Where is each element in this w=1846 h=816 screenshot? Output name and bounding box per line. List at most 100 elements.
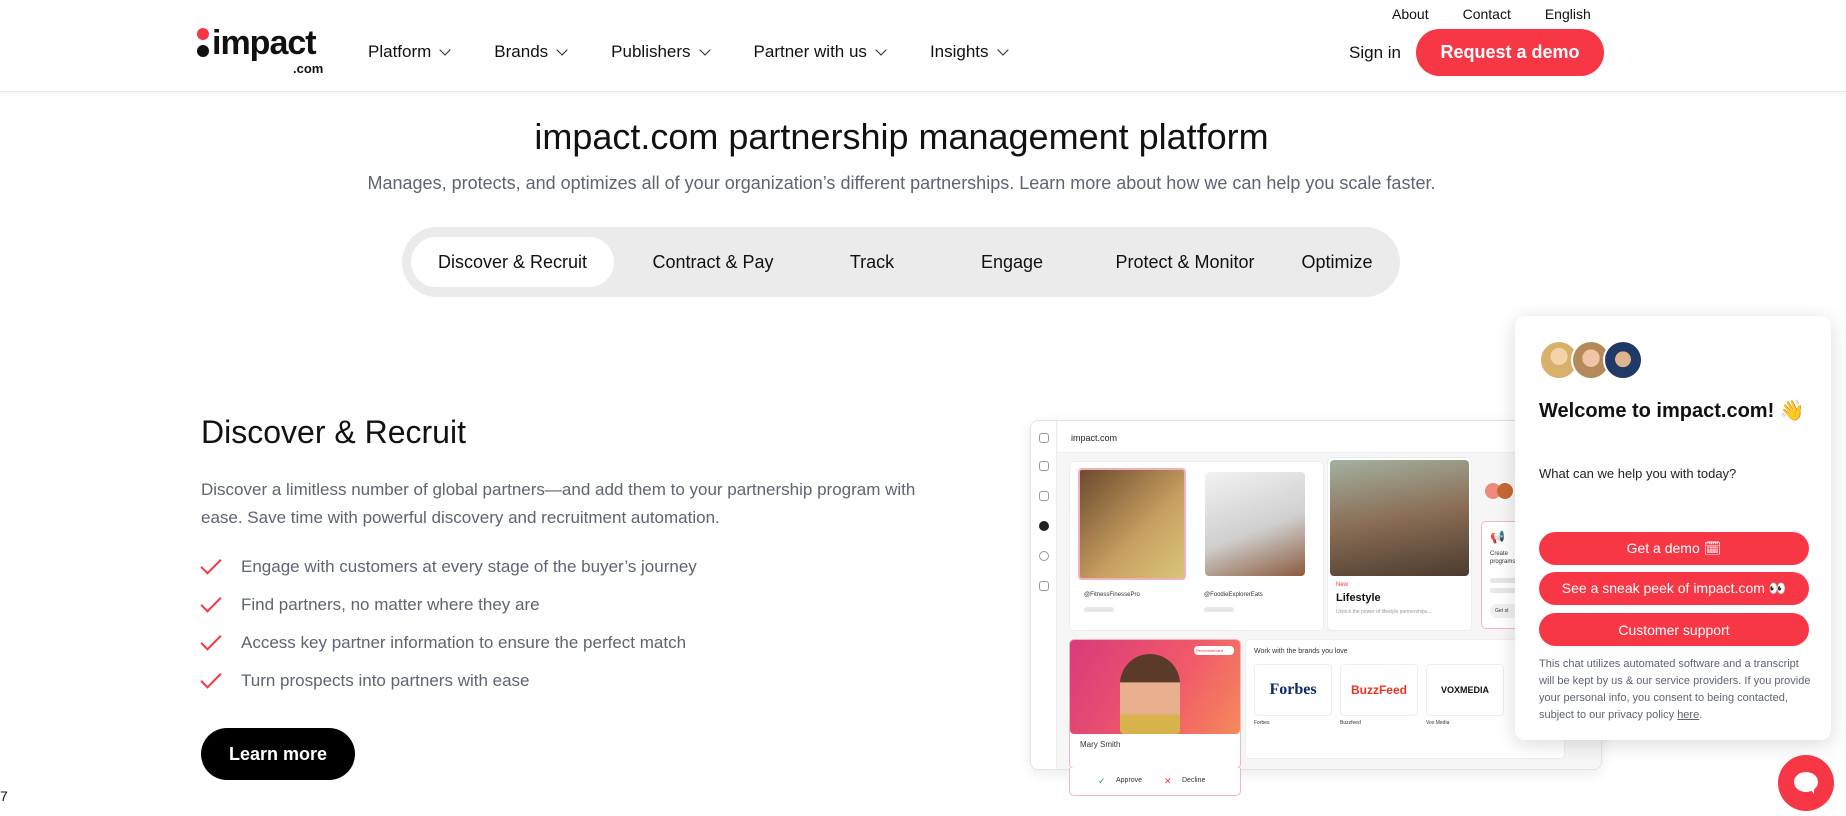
lifestyle-photo xyxy=(1330,460,1469,576)
person-figure xyxy=(1120,654,1180,734)
page-subtitle: Manages, protects, and optimizes all of … xyxy=(367,173,1436,193)
disclaimer-text: This chat utilizes automated software an… xyxy=(1539,658,1811,721)
creator-handle: @FoodieExplorerEats xyxy=(1204,592,1263,598)
nav-platform[interactable]: Platform xyxy=(368,42,451,62)
nav-partner[interactable]: Partner with us xyxy=(753,42,887,62)
nav-publishers-label: Publishers xyxy=(611,42,691,61)
sign-in-link[interactable]: Sign in xyxy=(1349,43,1401,63)
tab-optimize[interactable]: Optimize xyxy=(1282,237,1392,287)
chat-launcher-button[interactable] xyxy=(1778,755,1834,811)
feature-list: Engage with customers at every stage of … xyxy=(200,548,697,700)
nav-insights-label: Insights xyxy=(929,42,989,61)
chevron-down-icon xyxy=(996,43,1009,56)
tab-discover-recruit[interactable]: Discover & Recruit xyxy=(411,237,614,287)
get-demo-button[interactable]: Get a demo 🗓 xyxy=(1539,532,1809,565)
chevron-down-icon xyxy=(439,43,451,56)
creator-photo xyxy=(1205,472,1305,576)
check-icon xyxy=(200,667,222,689)
brand-name: Buzzfeed xyxy=(1340,720,1361,726)
chevron-down-icon xyxy=(698,43,711,56)
buzzfeed-logo: BuzzFeed xyxy=(1340,664,1418,716)
disclaimer-end: . xyxy=(1699,709,1703,721)
list-item: Engage with customers at every stage of … xyxy=(200,548,697,586)
recommended-card: Recommended Mary Smith xyxy=(1069,639,1241,769)
check-icon: ✓ xyxy=(1098,776,1106,786)
person-name: Mary Smith xyxy=(1080,740,1121,749)
placeholder-bar xyxy=(1204,607,1234,612)
megaphone-icon: 📢 xyxy=(1490,530,1505,544)
utility-links: About Contact English xyxy=(1392,6,1625,22)
creator-handle: @FitnessFinessePro xyxy=(1084,592,1140,598)
nav-insights[interactable]: Insights xyxy=(929,42,1009,62)
section-description: Discover a limitless number of global pa… xyxy=(201,480,916,527)
section-title: Discover & Recruit xyxy=(201,414,466,450)
language-selector[interactable]: English xyxy=(1545,6,1591,22)
close-icon: ✕ xyxy=(1164,776,1172,786)
mock-brand: impact.com xyxy=(1071,433,1118,443)
page-title: impact.com partnership management platfo… xyxy=(534,116,1269,157)
get-started-label: Get st xyxy=(1495,608,1509,614)
dollar-icon xyxy=(1039,551,1049,561)
avatar xyxy=(1603,340,1643,380)
brand-name: Vox Media xyxy=(1426,720,1450,726)
contact-link[interactable]: Contact xyxy=(1463,6,1511,22)
dashboard-icon xyxy=(1039,461,1049,471)
chevron-down-icon xyxy=(556,43,568,56)
tab-protect-monitor[interactable]: Protect & Monitor xyxy=(1092,237,1278,287)
sneak-peek-button[interactable]: See a sneak peek of impact.com 👀 xyxy=(1539,572,1809,605)
learn-more-button[interactable]: Learn more xyxy=(201,728,355,780)
decline-button: Decline xyxy=(1182,777,1206,784)
nav-publishers[interactable]: Publishers xyxy=(611,42,711,62)
privacy-policy-link[interactable]: here xyxy=(1677,709,1699,721)
mock-sidebar xyxy=(1031,421,1057,769)
nav-partner-label: Partner with us xyxy=(753,42,867,61)
customer-support-button[interactable]: Customer support xyxy=(1539,613,1809,646)
request-demo-button[interactable]: Request a demo xyxy=(1416,29,1604,76)
approve-button: Approve xyxy=(1116,777,1143,784)
lifestyle-desc: Unlock the power of lifestyle partnershi… xyxy=(1336,609,1432,615)
chat-widget: Welcome to impact.com! 👋 What can we hel… xyxy=(1515,316,1831,740)
list-item: Find partners, no matter where they are xyxy=(200,586,697,624)
list-item: Turn prospects into partners with ease xyxy=(200,662,697,700)
check-icon xyxy=(200,553,222,575)
list-item-text: Find partners, no matter where they are xyxy=(241,595,540,614)
list-item-text: Turn prospects into partners with ease xyxy=(241,671,530,690)
nav-platform-label: Platform xyxy=(368,42,432,61)
nav-brands-label: Brands xyxy=(494,42,549,61)
check-icon xyxy=(200,591,222,613)
menu-icon xyxy=(1039,433,1049,443)
brands-heading: Work with the brands you love xyxy=(1254,648,1348,655)
tab-track[interactable]: Track xyxy=(812,237,932,287)
voxmedia-logo: VOXMEDIA xyxy=(1426,664,1504,716)
logo-sub: .com xyxy=(293,61,324,76)
about-link[interactable]: About xyxy=(1392,6,1429,22)
brand-name: Forbes xyxy=(1254,720,1270,726)
tab-engage[interactable]: Engage xyxy=(942,237,1082,287)
creator-cards: @FitnessFinessePro @FoodieExplorerEats xyxy=(1069,461,1324,631)
chat-title: Welcome to impact.com! 👋 xyxy=(1539,400,1805,422)
tab-contract-pay[interactable]: Contract & Pay xyxy=(624,237,802,287)
list-item-text: Engage with customers at every stage of … xyxy=(241,557,697,576)
stray-text: 7 xyxy=(0,788,8,804)
main-nav: Platform Brands Publishers Partner with … xyxy=(368,42,1052,62)
chat-bubble-icon xyxy=(1794,772,1818,792)
chat-bubble-tail xyxy=(1808,786,1814,794)
impact-logo[interactable]: impact .com xyxy=(196,24,323,76)
shield-icon xyxy=(1039,581,1049,591)
list-item: Access key partner information to ensure… xyxy=(200,624,697,662)
nav-brands[interactable]: Brands xyxy=(494,42,568,62)
check-icon xyxy=(200,629,222,651)
new-tag: New xyxy=(1336,582,1349,588)
chat-subtitle: What can we help you with today? xyxy=(1539,466,1737,481)
avatar xyxy=(1497,483,1513,499)
feature-tabs: Discover & Recruit Contract & Pay Track … xyxy=(402,227,1400,297)
site-header: impact .com Platform Brands Publishers P… xyxy=(0,0,1846,92)
forbes-logo: Forbes xyxy=(1254,664,1332,716)
lifestyle-title: Lifestyle xyxy=(1336,592,1381,604)
creator-photo xyxy=(1078,468,1186,580)
logo-word: impact xyxy=(212,24,317,62)
logo-dots-icon xyxy=(196,26,210,62)
chevron-down-icon xyxy=(875,43,887,56)
chat-disclaimer: This chat utilizes automated software an… xyxy=(1539,656,1814,724)
placeholder-bar xyxy=(1084,607,1114,612)
